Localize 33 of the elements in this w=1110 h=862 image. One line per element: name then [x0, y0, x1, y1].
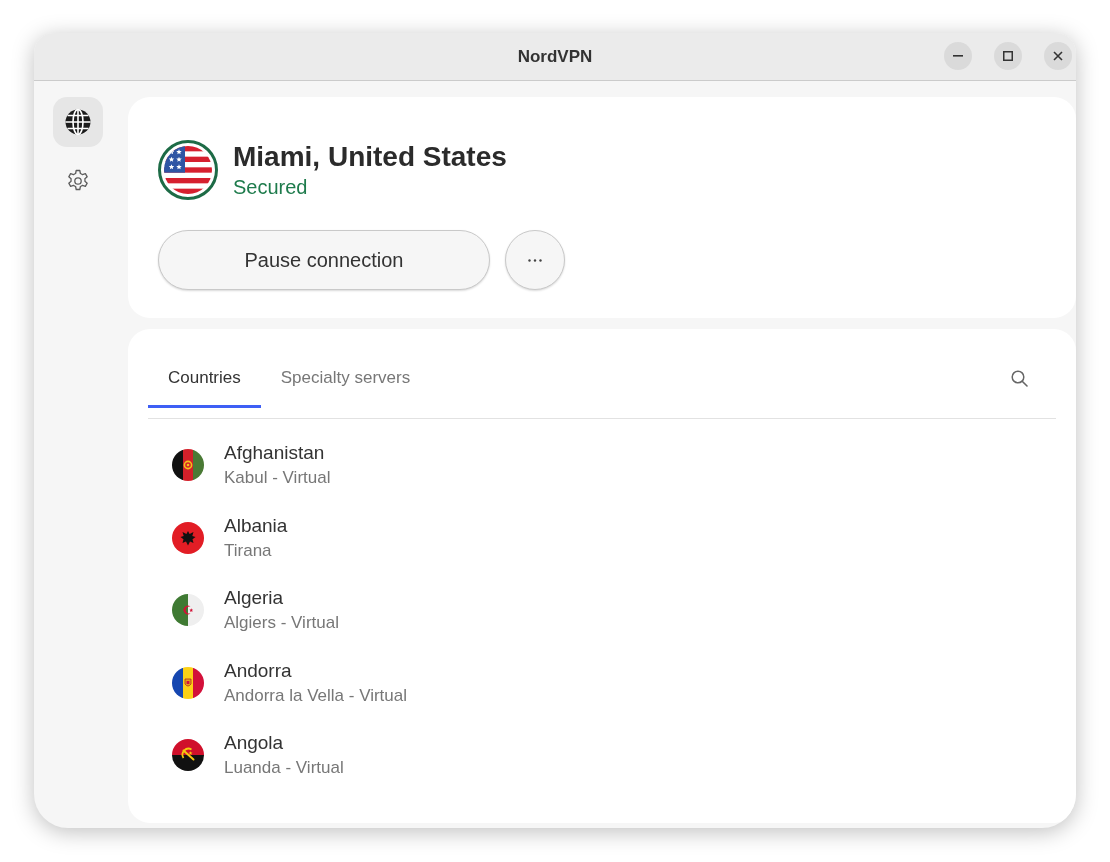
location-title: Miami, United States — [233, 140, 507, 174]
close-button[interactable] — [1044, 42, 1072, 70]
close-icon — [1053, 51, 1063, 61]
tab[interactable]: Countries — [148, 348, 261, 408]
more-icon — [528, 258, 542, 262]
window-title: NordVPN — [517, 45, 593, 68]
server-location: Andorra la Vella - Virtual — [224, 684, 407, 707]
maximize-icon — [1003, 51, 1013, 61]
albania-flag-icon — [172, 521, 204, 554]
us-flag-icon — [158, 140, 218, 200]
server-location: Tirana — [224, 539, 273, 562]
minimize-button[interactable] — [944, 42, 972, 70]
country-name[interactable]: Angola — [224, 730, 344, 757]
maximize-button[interactable] — [994, 42, 1022, 70]
pause-connection-button[interactable]: Pause connection — [158, 230, 490, 290]
gear-icon — [66, 169, 90, 193]
country-name[interactable]: Andorra — [224, 657, 407, 684]
minimize-icon — [953, 55, 963, 57]
algeria-flag-icon — [172, 594, 204, 627]
nav-button[interactable] — [53, 97, 103, 147]
server-location: Algiers - Virtual — [224, 612, 339, 635]
globe-icon — [65, 109, 91, 135]
country-name[interactable]: Afghanistan — [224, 440, 331, 467]
server-location: Kabul - Virtual — [224, 467, 331, 490]
connection-status: Secured — [233, 175, 309, 200]
tab[interactable]: Specialty servers — [260, 348, 431, 408]
country-name[interactable]: Albania — [224, 512, 288, 539]
country-name[interactable]: Algeria — [224, 585, 339, 612]
angola-flag-icon — [172, 739, 204, 772]
server-location: Luanda - Virtual — [224, 757, 344, 780]
afghanistan-flag-icon — [172, 449, 204, 482]
search-icon — [1010, 369, 1028, 387]
andorra-flag-icon — [172, 666, 204, 699]
